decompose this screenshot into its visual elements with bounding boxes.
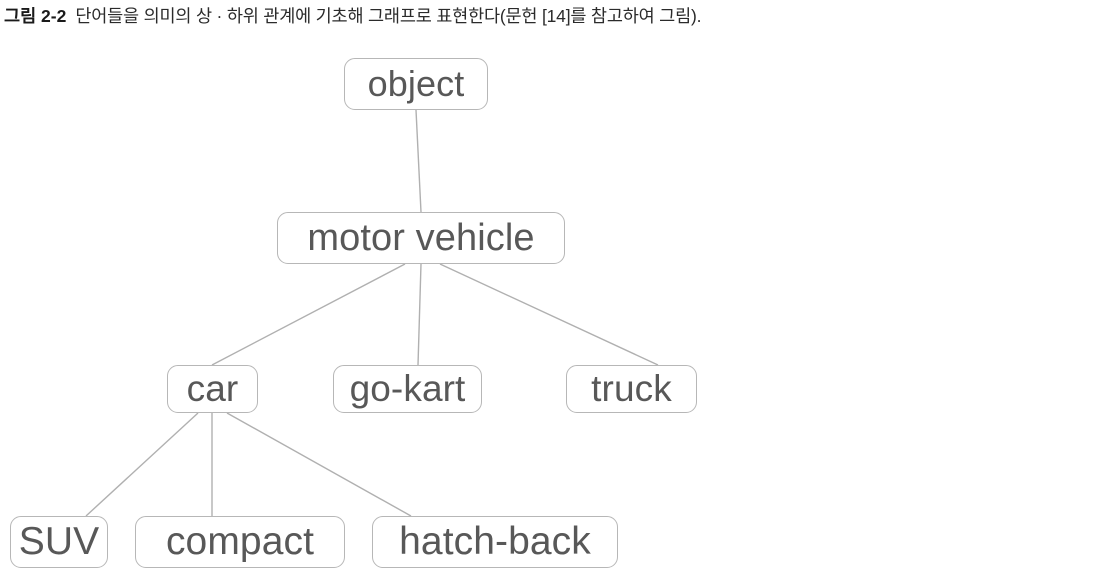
node-label: truck [591, 368, 672, 409]
edge-motor-to-gokart [417, 263, 422, 366]
edge-car-to-hatchback [226, 412, 412, 517]
node-gokart[interactable]: go-kart [333, 365, 482, 413]
figure-caption-text: 단어들을 의미의 상 · 하위 관계에 기초해 그래프로 표현한다(문헌 [14… [75, 6, 702, 26]
figure-caption: 그림 2-2 단어들을 의미의 상 · 하위 관계에 기초해 그래프로 표현한다(… [4, 3, 1120, 33]
edge-motor-to-truck [439, 263, 659, 366]
node-suv[interactable]: SUV [10, 516, 108, 568]
node-car[interactable]: car [167, 365, 258, 413]
node-label: car [186, 368, 239, 409]
node-object[interactable]: object [344, 58, 488, 110]
edge-motor-to-car [211, 263, 406, 366]
node-label: compact [165, 520, 315, 563]
node-label: SUV [18, 520, 100, 563]
edge-car-to-suv [85, 412, 199, 517]
node-hatchback[interactable]: hatch-back [372, 516, 618, 568]
node-label: object [367, 63, 465, 104]
edge-layer [85, 109, 659, 517]
hierarchy-diagram: object motor vehicle car go-kart truck SUV com… [0, 36, 1120, 580]
node-label: motor vehicle [307, 216, 535, 259]
node-compact[interactable]: compact [135, 516, 345, 568]
node-label: go-kart [349, 368, 466, 409]
node-truck[interactable]: truck [566, 365, 697, 413]
node-label: hatch-back [399, 520, 591, 563]
figure-number: 그림 2-2 [4, 6, 67, 26]
node-motor[interactable]: motor vehicle [277, 212, 565, 264]
edge-object-to-motor [415, 109, 422, 213]
